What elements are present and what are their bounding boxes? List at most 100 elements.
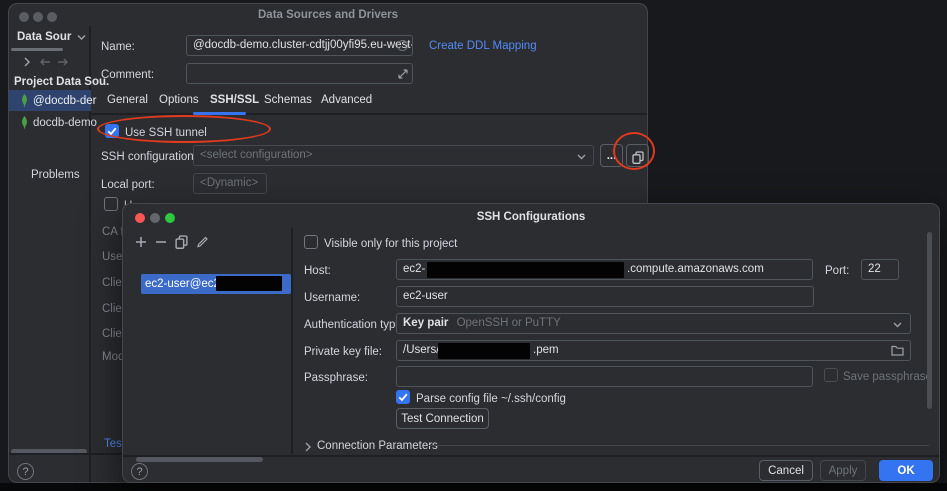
expand-node-icon[interactable] [24,57,30,67]
private-key-input[interactable]: /Users/ .pem [396,340,911,361]
tab-schemas[interactable]: Schemas [264,94,312,106]
sidebar-item-problems[interactable]: Problems [31,168,80,182]
apply-button: Apply [820,460,866,481]
sidebar-hscroll-top[interactable] [11,48,63,51]
private-key-label: Private key file: [304,345,382,359]
refresh-name-icon[interactable] [397,40,408,51]
use-ssl-checkbox[interactable] [104,197,118,211]
datasource-item-label: @docdb-der [33,94,96,108]
copy-config-icon[interactable] [175,235,188,249]
ssh-titlebar: SSH Configurations [123,204,939,228]
forward-arrow-icon[interactable] [57,58,69,66]
sidebar: Data Sour Project Data Sou. @docdb-der d… [9,26,91,482]
list-hscroll[interactable] [136,457,263,462]
tab-divider [91,113,647,115]
form-vscroll[interactable] [927,232,932,409]
outer-titlebar: Data Sources and Drivers [9,4,647,26]
checkmark-icon [396,390,410,404]
visible-only-checkbox[interactable] [304,235,318,249]
auth-type-hint: OpenSSH or PuTTY [457,317,561,329]
save-passphrase-checkbox [824,368,838,382]
tab-options[interactable]: Options [159,94,199,106]
edit-config-icon[interactable] [196,235,209,249]
folder-icon[interactable] [891,345,904,356]
port-label: Port: [825,264,849,278]
use-ssh-tunnel-checkbox[interactable] [105,124,119,138]
view-selector-label: Data Sour [17,31,71,43]
chevron-down-icon [77,34,86,40]
comment-label: Comment: [101,68,154,82]
chevron-right-icon[interactable] [305,442,311,452]
expand-field-icon[interactable] [398,69,408,79]
settings-tabs: General Options SSH/SSL Schemas Advanced [91,94,647,116]
list-toolbar [123,232,291,252]
ssh-config-list-panel: ec2-user@ec2- [123,228,293,454]
local-port-label: Local port: [101,178,155,192]
host-prefix: ec2- [403,263,425,275]
ssh-configuration-value: <select configuration> [200,149,313,161]
chevron-down-icon [893,322,902,328]
ssh-configurations-dialog: SSH Configurations ec2-user@ec2- Visible… [122,203,940,483]
passphrase-input[interactable] [396,366,813,387]
auth-type-select[interactable]: Key pair OpenSSH or PuTTY [396,313,911,334]
sidebar-item-datasource-selected[interactable]: @docdb-der [9,90,91,111]
tab-ssh-ssl[interactable]: SSH/SSL [210,94,259,106]
browse-ssh-configs-button[interactable]: ... [600,144,623,167]
save-passphrase-label: Save passphrase [843,370,932,384]
username-input[interactable]: ec2-user [396,286,814,307]
mongodb-leaf-icon [19,116,30,129]
auth-type-label: Authentication type: [304,318,405,332]
dialog-title: SSH Configurations [123,211,939,223]
ssh-config-form: Visible only for this project Host: ec2-… [295,228,939,454]
remove-config-icon[interactable] [155,236,167,248]
key-suffix: .pem [533,341,559,360]
redaction [216,276,282,291]
hidden-label-use: Use [102,250,122,264]
auth-type-value: Key pair [403,317,448,329]
help-button[interactable]: ? [17,463,34,480]
sidebar-nav [9,54,91,70]
tab-general[interactable]: General [107,94,148,106]
port-input[interactable]: 22 [861,259,899,280]
redaction [427,262,624,278]
create-ddl-mapping-link[interactable]: Create DDL Mapping [429,40,537,52]
desktop-edge [0,483,947,491]
connection-parameters-line [429,445,929,446]
dialog-title: Data Sources and Drivers [9,9,647,21]
key-prefix: /Users/ [403,344,439,356]
visible-only-label[interactable]: Visible only for this project [324,237,457,251]
add-config-icon[interactable] [135,236,147,248]
host-label: Host: [304,264,331,278]
tab-advanced[interactable]: Advanced [321,94,372,106]
ssh-config-list-item-selected[interactable]: ec2-user@ec2- [141,274,291,294]
redaction [438,343,530,359]
parse-config-label[interactable]: Parse config file ~/.ssh/config [416,392,566,406]
sidebar-item-datasource[interactable]: docdb-demo [9,112,91,133]
parse-config-checkbox[interactable] [396,390,410,404]
config-item-label: ec2-user@ec2- [145,277,224,291]
passphrase-label: Passphrase: [304,371,368,385]
name-input[interactable]: @docdb-demo.cluster-cdtjj00yfi95.eu-west… [186,35,413,56]
cancel-button[interactable]: Cancel [759,460,813,481]
help-button[interactable]: ? [131,463,148,480]
active-tab-underline [193,112,246,115]
ok-button[interactable]: OK [879,460,933,481]
data-sources-view-selector[interactable]: Data Sour [17,31,86,43]
use-ssh-tunnel-label[interactable]: Use SSH tunnel [125,126,207,140]
host-suffix: .compute.amazonaws.com [627,260,764,279]
copy-icon [632,151,644,164]
name-label: Name: [101,40,135,54]
username-label: Username: [304,291,360,305]
name-value: @docdb-demo.cluster-cdtjj00yfi95.eu-west… [193,39,413,51]
connection-parameters-toggle[interactable]: Connection Parameters [317,439,438,453]
test-connection-button[interactable]: Test Connection [396,408,489,429]
copy-config-button[interactable] [626,144,649,167]
back-arrow-icon[interactable] [39,58,51,66]
ssh-footer-divider [123,455,939,457]
ssh-configuration-select[interactable]: <select configuration> [193,145,594,166]
comment-input[interactable] [186,63,413,84]
host-input[interactable]: ec2- .compute.amazonaws.com [396,259,813,280]
datasource-item-label: docdb-demo [33,116,97,130]
local-port-input[interactable]: <Dynamic> [193,173,267,194]
checkmark-icon [105,124,119,138]
